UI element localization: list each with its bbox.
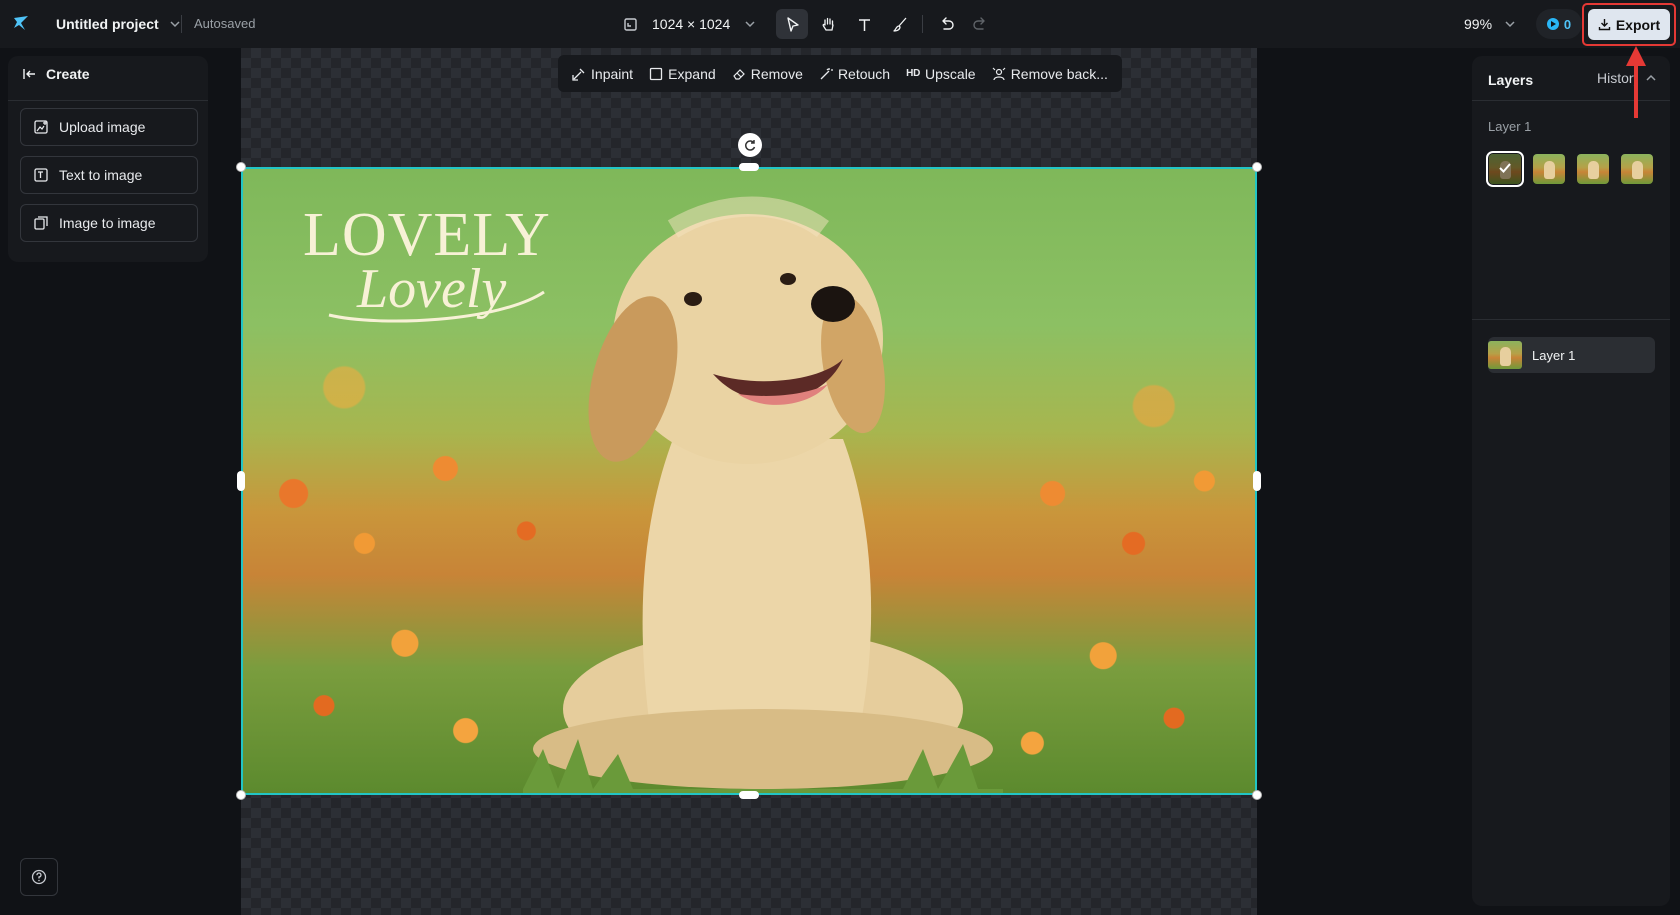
credits-icon xyxy=(1546,18,1559,30)
hand-tool-button[interactable] xyxy=(812,9,844,39)
canvas-image[interactable]: LOVELY Lovely xyxy=(241,167,1257,795)
select-tool-button[interactable] xyxy=(776,9,808,39)
tab-layers[interactable]: Layers xyxy=(1488,72,1533,88)
eraser-icon xyxy=(732,68,745,80)
image-to-image-button[interactable]: Image to image xyxy=(20,204,198,242)
text-to-image-label: Text to image xyxy=(59,167,143,183)
text-to-image-icon xyxy=(34,168,48,182)
hand-icon xyxy=(822,17,834,31)
remove-background-label: Remove back... xyxy=(1010,65,1108,82)
zoom-level: 99% xyxy=(1464,16,1493,32)
app-window: Untitled project Autosaved 1024 × 1024 9… xyxy=(0,0,1680,915)
undo-icon xyxy=(941,16,954,30)
export-highlight-annotation: Export xyxy=(1582,3,1676,46)
layer-thumbnail-selected[interactable] xyxy=(1486,151,1524,187)
resize-handle-top[interactable] xyxy=(739,163,759,171)
resize-handle-bottom[interactable] xyxy=(739,791,759,799)
rotate-icon xyxy=(745,140,756,151)
text-to-image-button[interactable]: Text to image xyxy=(20,156,198,194)
layer-thumbnail-small xyxy=(1488,341,1522,369)
layer-list-item[interactable]: Layer 1 xyxy=(1488,337,1655,373)
export-button[interactable]: Export xyxy=(1588,9,1670,40)
canvas-size-dropdown[interactable]: 1024 × 1024 xyxy=(652,0,756,48)
brush-tool-button[interactable] xyxy=(884,9,916,39)
help-icon xyxy=(31,869,47,885)
resize-handle-bottom-left[interactable] xyxy=(236,790,246,800)
expand-icon xyxy=(650,67,663,80)
puppy-image xyxy=(523,196,1003,793)
credits-badge[interactable]: 0 xyxy=(1536,9,1582,39)
divider xyxy=(8,100,208,101)
resize-handle-top-right[interactable] xyxy=(1252,162,1262,172)
chevron-down-icon xyxy=(1505,21,1515,28)
cursor-icon xyxy=(786,16,799,32)
expand-label: Expand xyxy=(668,65,716,82)
puppy-thumbnail-image xyxy=(1588,161,1599,179)
hd-icon: HD xyxy=(906,68,921,79)
divider xyxy=(181,15,182,33)
inpaint-label: Inpaint xyxy=(591,65,634,82)
image-to-image-icon xyxy=(34,216,48,230)
layer-thumbnail[interactable] xyxy=(1533,154,1565,184)
image-edit-toolbar: Inpaint Expand Remove Retouch HD Upscale… xyxy=(558,55,1122,92)
credits-count: 0 xyxy=(1563,16,1572,32)
chevron-down-icon xyxy=(170,21,180,28)
retouch-label: Retouch xyxy=(837,65,891,82)
canvas-size-value: 1024 × 1024 xyxy=(652,16,731,32)
zoom-dropdown[interactable]: 99% xyxy=(1464,0,1516,48)
retouch-button[interactable]: Retouch xyxy=(819,66,890,82)
divider xyxy=(922,15,923,33)
layer-thumbnail[interactable] xyxy=(1577,154,1609,184)
resize-handle-top-left[interactable] xyxy=(236,162,246,172)
project-name: Untitled project xyxy=(56,16,159,32)
app-logo-icon[interactable] xyxy=(12,14,30,32)
download-icon xyxy=(1598,19,1611,31)
create-label: Create xyxy=(46,66,90,82)
upscale-label: Upscale xyxy=(925,65,976,82)
svg-text:Lovely: Lovely xyxy=(356,258,506,320)
project-name-dropdown[interactable]: Untitled project xyxy=(56,0,181,48)
help-button[interactable] xyxy=(20,858,58,896)
upload-image-label: Upload image xyxy=(59,119,146,135)
image-to-image-label: Image to image xyxy=(59,215,156,231)
canvas-size-icon[interactable] xyxy=(614,9,646,39)
chevron-down-icon xyxy=(745,21,755,28)
puppy-thumbnail-image xyxy=(1632,161,1643,179)
divider xyxy=(1472,319,1670,320)
upload-image-icon xyxy=(34,120,48,134)
autosave-status: Autosaved xyxy=(194,16,256,31)
puppy-thumbnail-image xyxy=(1544,161,1555,179)
inpaint-button[interactable]: Inpaint xyxy=(572,66,633,82)
checkmark-icon xyxy=(1499,163,1511,173)
top-bar: Untitled project Autosaved 1024 × 1024 9… xyxy=(0,0,1680,48)
undo-button[interactable] xyxy=(930,9,962,39)
remove-label: Remove xyxy=(750,65,803,82)
create-back-button[interactable]: Create xyxy=(22,66,90,82)
rotate-handle[interactable] xyxy=(738,133,762,157)
layer-name: Layer 1 xyxy=(1532,347,1576,363)
annotation-arrow-icon xyxy=(1626,46,1646,118)
resize-handle-right[interactable] xyxy=(1253,471,1261,491)
upload-image-button[interactable]: Upload image xyxy=(20,108,198,146)
magic-wand-icon xyxy=(820,67,833,79)
text-tool-button[interactable] xyxy=(848,9,880,39)
resize-handle-bottom-right[interactable] xyxy=(1252,790,1262,800)
puppy-thumbnail-image xyxy=(1500,347,1511,366)
brush-icon xyxy=(892,17,906,32)
resize-handle-left[interactable] xyxy=(237,471,245,491)
upscale-button[interactable]: HD Upscale xyxy=(906,66,975,82)
lovely-watermark-logo: LOVELY Lovely xyxy=(303,201,550,323)
remove-background-button[interactable]: Remove back... xyxy=(992,66,1108,82)
export-label: Export xyxy=(1615,16,1661,33)
redo-icon xyxy=(972,16,985,30)
inpaint-icon xyxy=(572,68,585,81)
text-icon xyxy=(858,18,870,31)
layer-section-label: Layer 1 xyxy=(1488,119,1532,134)
back-arrow-icon xyxy=(23,69,35,79)
remove-background-icon xyxy=(992,67,1006,80)
layer-thumbnail[interactable] xyxy=(1621,154,1653,184)
redo-button[interactable] xyxy=(964,9,996,39)
remove-button[interactable]: Remove xyxy=(732,66,803,82)
expand-button[interactable]: Expand xyxy=(649,65,716,82)
